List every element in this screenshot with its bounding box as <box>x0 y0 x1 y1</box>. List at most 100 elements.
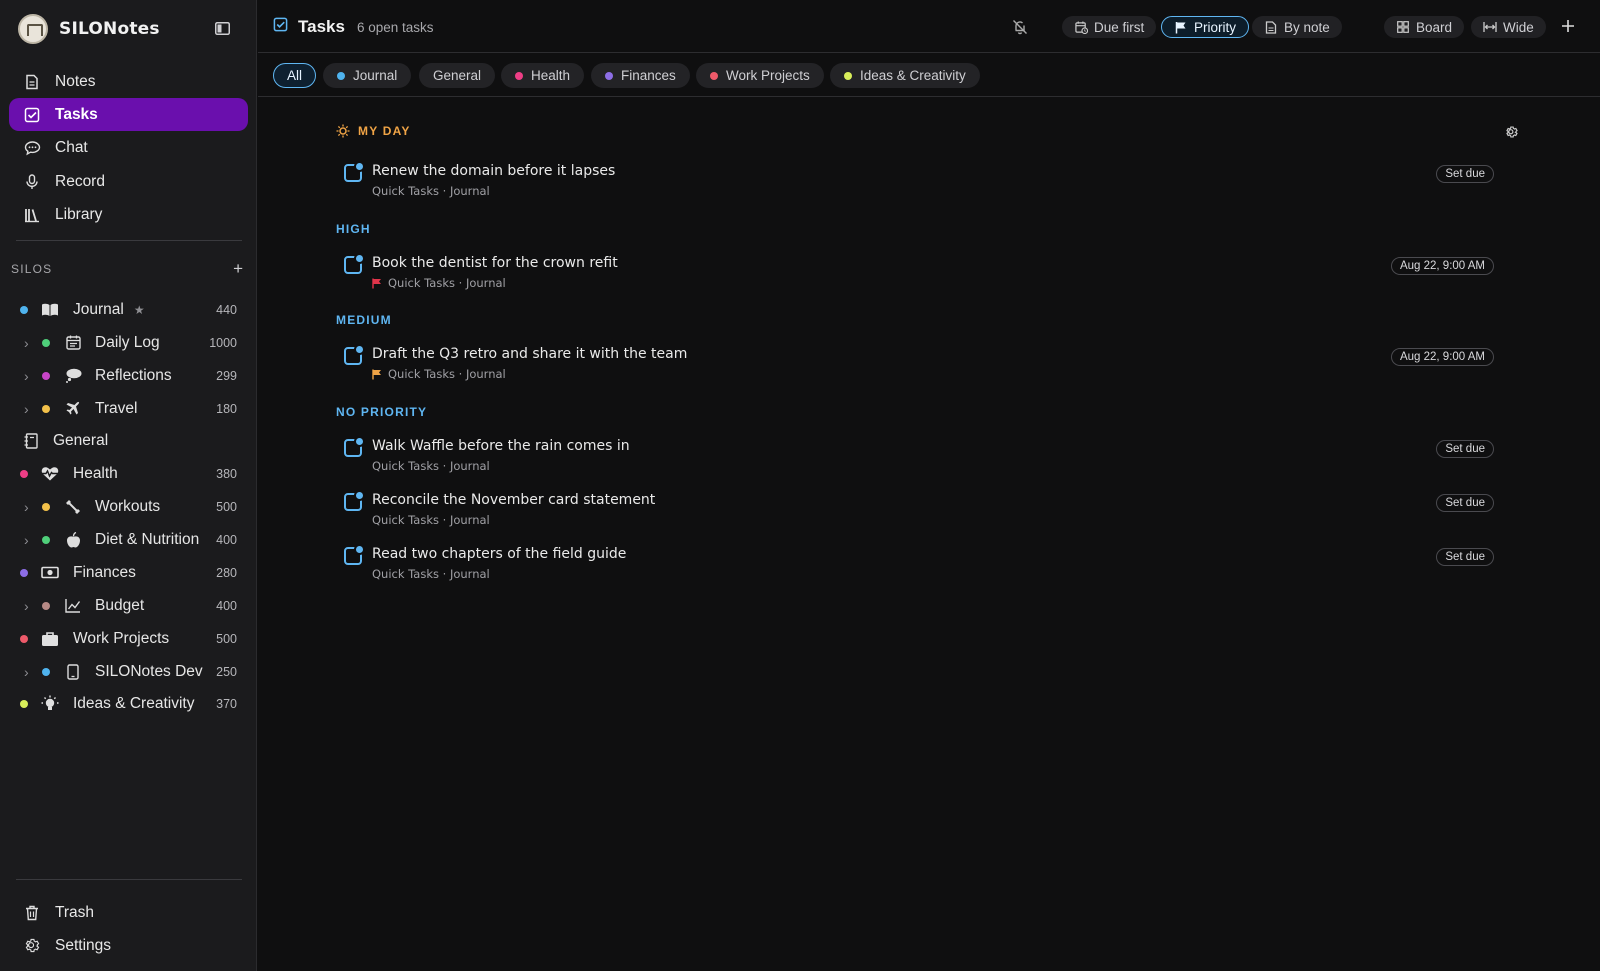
task-item[interactable]: Book the dentist for the crown refit Qui… <box>344 253 1494 293</box>
filter-general[interactable]: General <box>419 63 496 88</box>
silo-work-projects[interactable]: Work Projects 500 <box>0 622 257 655</box>
sort-priority-button[interactable]: Priority <box>1161 16 1250 38</box>
task-item[interactable]: Walk Waffle before the rain comes in Qui… <box>344 436 1494 476</box>
filter-ideas-creativity[interactable]: Ideas & Creativity <box>830 63 980 88</box>
nav-label: Chat <box>55 139 88 157</box>
chevron-right-icon[interactable]: › <box>24 532 29 548</box>
task-item[interactable]: Read two chapters of the field guide Qui… <box>344 544 1494 584</box>
nav-item-chat[interactable]: Chat <box>9 132 248 165</box>
nav-item-tasks[interactable]: Tasks <box>9 98 248 132</box>
sidebar-toggle-icon[interactable] <box>213 21 231 36</box>
notifications-off-icon[interactable] <box>1011 18 1029 36</box>
chevron-right-icon[interactable]: › <box>24 499 29 515</box>
section-medium: MEDIUM <box>336 313 392 327</box>
task-checkbox[interactable] <box>344 253 365 274</box>
nav-item-record[interactable]: Record <box>9 165 248 198</box>
nav-item-trash[interactable]: Trash <box>9 896 248 929</box>
filter-color-dot <box>337 71 345 80</box>
view-wide-button[interactable]: Wide <box>1471 16 1546 38</box>
due-date-badge[interactable]: Aug 22, 9:00 AM <box>1390 257 1494 275</box>
silo-label: Ideas & Creativity <box>73 694 195 712</box>
task-title: Reconcile the November card statement <box>372 492 656 508</box>
silo-color-dot <box>42 338 50 347</box>
filter-finances[interactable]: Finances <box>591 63 690 88</box>
sort-label: Priority <box>1194 19 1237 35</box>
chevron-right-icon[interactable]: › <box>24 598 29 614</box>
task-checkbox[interactable] <box>344 161 365 182</box>
task-item[interactable]: Draft the Q3 retro and share it with the… <box>344 344 1494 384</box>
silo-label: Travel <box>95 399 138 417</box>
briefcase-icon <box>41 630 59 648</box>
brand[interactable]: SILONotes <box>18 13 160 45</box>
filter-all[interactable]: All <box>273 63 317 88</box>
set-due-button[interactable]: Set due <box>1436 440 1494 458</box>
plane-icon <box>64 400 82 418</box>
filter-work-projects[interactable]: Work Projects <box>696 63 824 88</box>
chevron-right-icon[interactable]: › <box>24 335 29 351</box>
task-meta: Quick Tasks · Journal <box>372 567 490 581</box>
sort-label: Due first <box>1094 19 1145 35</box>
silo-count: 500 <box>216 631 237 646</box>
note-icon <box>1264 20 1278 34</box>
sort-due-first-button[interactable]: Due first <box>1062 16 1157 38</box>
silo-finances[interactable]: Finances 280 <box>0 556 257 589</box>
silo-ideas-creativity[interactable]: Ideas & Creativity 370 <box>0 687 257 720</box>
add-silo-button[interactable]: + <box>233 260 243 277</box>
silo-count: 500 <box>216 499 237 514</box>
silo-budget[interactable]: › Budget 400 <box>0 589 257 622</box>
task-checkbox[interactable] <box>344 344 365 365</box>
filter-color-dot <box>844 71 852 80</box>
filter-journal[interactable]: Journal <box>323 63 412 88</box>
silo-count: 380 <box>216 466 237 481</box>
filter-health[interactable]: Health <box>501 63 585 88</box>
chevron-right-icon[interactable]: › <box>24 368 29 384</box>
silo-silonotes-dev[interactable]: › SILONotes Dev 250 <box>0 655 257 688</box>
sort-by-note-button[interactable]: By note <box>1252 16 1342 38</box>
silo-journal[interactable]: Journal ★ 440 <box>0 293 257 326</box>
heartbeat-icon <box>41 465 59 483</box>
task-checkbox[interactable] <box>344 544 365 565</box>
flag-icon <box>372 369 382 380</box>
filter-label: Finances <box>621 68 676 83</box>
set-due-button[interactable]: Set due <box>1436 165 1494 183</box>
task-checkbox[interactable] <box>344 436 365 457</box>
silo-color-dot <box>42 601 50 610</box>
sidebar-divider <box>16 240 242 241</box>
silo-daily-log[interactable]: › Daily Log 1000 <box>0 326 257 359</box>
chart-line-icon <box>64 597 82 615</box>
silo-count: 1000 <box>209 335 237 350</box>
task-meta: Quick Tasks · Journal <box>372 276 506 290</box>
view-board-button[interactable]: Board <box>1384 16 1465 38</box>
main-nav: Notes Tasks Chat Record Library <box>9 65 248 232</box>
silo-count: 180 <box>216 401 237 416</box>
nav-item-notes[interactable]: Notes <box>9 65 248 98</box>
section-label: MY DAY <box>358 124 411 138</box>
silo-label: Health <box>73 464 118 482</box>
set-due-button[interactable]: Set due <box>1436 548 1494 566</box>
nav-item-settings[interactable]: Settings <box>9 929 248 962</box>
star-icon[interactable]: ★ <box>134 303 145 317</box>
task-title: Book the dentist for the crown refit <box>372 255 618 271</box>
due-date-badge[interactable]: Aug 22, 9:00 AM <box>1390 348 1494 366</box>
silo-general[interactable]: General <box>0 424 257 457</box>
task-item[interactable]: Renew the domain before it lapses Quick … <box>344 161 1494 201</box>
set-due-button[interactable]: Set due <box>1436 494 1494 512</box>
task-checkbox[interactable] <box>344 490 365 511</box>
nav-label: Tasks <box>55 105 98 123</box>
silo-count: 400 <box>216 598 237 613</box>
silo-workouts[interactable]: › Workouts 500 <box>0 490 257 523</box>
silo-health[interactable]: Health 380 <box>0 457 257 490</box>
nav-label: Library <box>55 206 103 224</box>
silo-reflections[interactable]: › Reflections 299 <box>0 359 257 392</box>
silos-label: SILOS <box>11 262 53 276</box>
silo-diet-nutrition[interactable]: › Diet & Nutrition 400 <box>0 523 257 556</box>
calendar-icon <box>64 334 82 352</box>
chevron-right-icon[interactable]: › <box>24 664 29 680</box>
task-item[interactable]: Reconcile the November card statement Qu… <box>344 490 1494 530</box>
silo-travel[interactable]: › Travel 180 <box>0 392 257 425</box>
gear-icon[interactable] <box>1503 123 1521 141</box>
nav-item-library[interactable]: Library <box>9 199 248 232</box>
silo-color-dot <box>42 371 50 380</box>
add-task-icon[interactable] <box>1559 17 1577 35</box>
chevron-right-icon[interactable]: › <box>24 401 29 417</box>
